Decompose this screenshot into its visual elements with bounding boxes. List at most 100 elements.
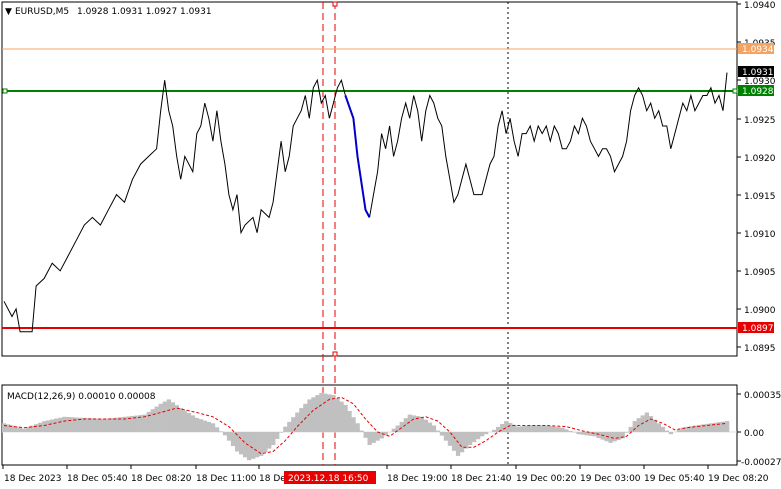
macd-bar [451,432,457,451]
macd-bar [459,432,465,453]
macd-bar [2,423,7,432]
macd-bar [267,432,272,449]
red-level-tag: 1.0897 [738,322,774,334]
time-label: 18 Dec 05:40 [67,474,128,484]
macd-bar [339,401,344,432]
macd-bar [580,432,585,435]
macd-bar [367,432,372,445]
macd-bar [222,432,228,436]
macd-bar [548,426,553,432]
macd-bar [648,416,653,432]
macd-bar [170,402,175,432]
macd-bar [275,432,280,439]
macd-bar [251,432,256,459]
time-label: 18 Dec 2023 [4,474,62,484]
current-price-tag: 1.0931 [738,66,774,78]
macd-bar [516,426,521,432]
macd-bar [295,412,300,432]
macd-bar [439,432,445,436]
macd-bar [712,422,718,432]
time-label: 18 Dec 19:00 [387,474,448,484]
macd-bar [162,401,167,432]
marker-handle-top[interactable] [332,1,338,7]
macd-bar [544,425,549,432]
green-level-tag-text: 1.0928 [742,87,774,97]
price-tick-label: 1.0910 [744,230,776,240]
macd-bar [552,426,557,432]
macd-bar [411,415,416,432]
macd-bar [218,431,224,432]
price-tick-label: 1.0940 [744,1,776,11]
time-label: 18 Dec 08:20 [131,474,192,484]
green-level-tag: 1.0928 [738,85,774,97]
macd-bar [572,432,577,433]
macd-bar [186,413,192,432]
price-tick-label: 1.0915 [744,192,776,202]
macd-bar [90,418,95,432]
macd-bar [311,397,316,432]
price-tick-label: 1.0905 [744,268,776,278]
macd-bar [58,417,63,432]
macd-bar [676,429,682,432]
macd-bar [239,432,244,455]
macd-bar [271,432,276,445]
price-tick-label: 1.0925 [744,116,776,126]
macd-bar [660,426,665,432]
macd-bar [263,432,268,453]
macd-bar [106,418,111,432]
macd-bar [102,419,107,432]
macd-bar [98,418,103,432]
macd-bar [26,427,31,432]
macd-tick-label: 0.00 [744,429,764,439]
macd-bar [524,425,529,432]
symbol-label: EURUSD,M5 [15,7,69,17]
macd-bar [18,427,23,432]
macd-bar [508,423,513,432]
trading-chart[interactable]: 1.0940 1.0935 1.0930 1.0925 1.0920 1.091… [0,0,781,489]
macd-bar [150,409,155,432]
macd-bar [287,421,292,432]
macd-bar [612,432,617,442]
macd-tick-label: 0.00035 [744,391,781,401]
macd-bar [335,398,340,432]
macd-tick: -0.00027 [737,458,781,468]
macd-bar [194,417,200,432]
macd-bar [576,432,581,435]
symbol-menu-icon[interactable]: ▼ [5,7,12,17]
macd-bar [644,412,649,432]
macd-bar [214,427,220,432]
macd-bar [82,417,87,432]
macd-bar [528,425,533,432]
macd-bar [664,430,669,432]
macd-bar [230,432,236,447]
macd-indicator-label: MACD(12,26,9) 0.00010 0.00008 [7,392,156,402]
macd-bar [536,425,541,432]
macd-bar [210,423,216,432]
macd-bar [455,432,461,456]
macd-bar [14,426,19,432]
macd-bar [94,418,99,432]
macd-bar [62,416,67,432]
macd-bar [616,432,621,440]
macd-bar [46,420,51,432]
marker-handle-bottom[interactable] [332,351,338,357]
macd-bar [492,429,497,432]
macd-bar [391,428,396,432]
macd-bar [725,421,730,432]
macd-bar [484,432,489,435]
macd-bar [467,432,473,445]
macd-bar [206,422,212,432]
macd-bar [190,415,196,432]
macd-bar [154,406,159,432]
upper-level-tag: 1.0934 [738,43,774,55]
macd-bar [114,417,119,432]
green-level-handle-right[interactable] [732,88,738,94]
macd-bar [556,427,561,432]
macd-bar [279,432,284,433]
macd-bar [319,392,324,432]
macd-bar [632,421,637,432]
macd-bar [182,410,187,432]
green-level-handle-left[interactable] [2,88,8,94]
time-label: 19 Dec 05:40 [644,474,705,484]
macd-bar [596,432,601,438]
